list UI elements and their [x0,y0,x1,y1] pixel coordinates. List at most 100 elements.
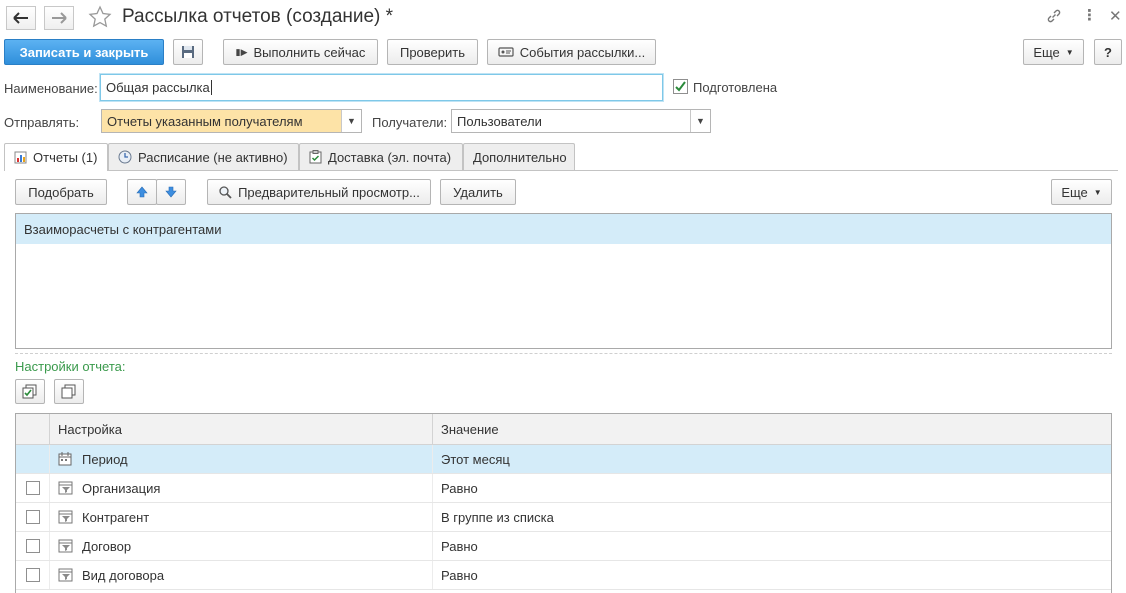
recipients-select[interactable]: Пользователи ▼ [451,109,711,133]
table-row[interactable]: Вид договора Равно [16,561,1111,590]
text-cursor [210,80,212,95]
table-row[interactable]: Период Этот месяц [16,445,1111,474]
tab-strip-line [4,170,1118,171]
tab-additional-label: Дополнительно [473,149,567,165]
magnifier-icon [219,186,232,199]
run-now-label: Выполнить сейчас [253,44,366,60]
tab-delivery[interactable]: Доставка (эл. почта) [299,143,463,170]
calendar-filter-icon [58,452,72,466]
checkmark-icon [675,81,686,92]
name-label: Наименование: [4,81,98,96]
clipboard-check-icon [309,150,322,164]
delete-button[interactable]: Удалить [440,179,516,205]
settings-table[interactable]: Настройка Значение Период Этот месяц Орг… [15,413,1112,593]
tab-reports[interactable]: Отчеты (1) [4,143,108,171]
events-button[interactable]: События рассылки... [487,39,656,65]
chevron-down-icon: ▼ [1093,187,1102,197]
tab-additional[interactable]: Дополнительно [463,143,575,170]
setting-name: Вид договора [82,567,165,583]
header-setting[interactable]: Настройка [50,414,433,444]
arrow-up-icon [136,186,148,198]
forward-button[interactable] [44,6,74,30]
table-row[interactable]: Организация Равно [16,474,1111,503]
list-item[interactable]: Взаиморасчеты с контрагентами [16,214,1111,244]
setting-name: Организация [82,480,161,496]
more-vertical-icon[interactable]: ⋮ [1082,6,1097,24]
tab-delivery-label: Доставка (эл. почта) [328,149,452,165]
send-label: Отправлять: [4,115,80,130]
report-name: Взаиморасчеты с контрагентами [24,221,222,237]
filter-icon [58,568,73,582]
table-row[interactable]: Договор Равно [16,532,1111,561]
filter-icon [58,510,73,524]
uncheck-all-icon [61,384,76,398]
send-dropdown-icon[interactable]: ▼ [341,110,361,132]
clock-icon [118,150,132,164]
row-checkbox[interactable] [25,510,40,524]
tab-schedule-label: Расписание (не активно) [138,149,288,165]
save-button[interactable] [173,39,203,65]
report-settings-label: Настройки отчета: [15,359,126,374]
setting-value[interactable]: В группе из списка [433,503,1111,531]
reports-more-button[interactable]: Еще ▼ [1051,179,1112,205]
reports-list[interactable]: Взаиморасчеты с контрагентами [15,213,1112,349]
settings-table-header: Настройка Значение [16,414,1111,445]
tab-reports-label: Отчеты (1) [33,150,98,165]
row-checkbox[interactable] [25,568,40,582]
row-checkbox[interactable] [25,539,40,553]
close-icon[interactable]: ✕ [1109,7,1122,25]
run-now-button[interactable]: ▮▶ Выполнить сейчас [223,39,378,65]
arrow-left-icon [13,12,28,24]
more-button[interactable]: Еще ▼ [1023,39,1084,65]
row-checkbox[interactable] [25,481,40,495]
name-value: Общая рассылка [106,80,210,95]
setting-name: Договор [82,538,132,554]
prepared-label: Подготовлена [693,80,778,95]
preview-label: Предварительный просмотр... [238,184,420,200]
reports-more-label: Еще [1061,184,1088,200]
link-icon[interactable] [1046,8,1062,28]
floppy-disk-icon [182,46,194,58]
setting-value[interactable]: Равно [433,532,1111,560]
back-button[interactable] [6,6,36,30]
prepared-checkbox[interactable] [673,79,688,94]
tab-schedule[interactable]: Расписание (не активно) [108,143,299,170]
filter-icon [58,539,73,553]
recipients-value: Пользователи [457,113,542,129]
check-button[interactable]: Проверить [387,39,478,65]
more-label: Еще [1033,44,1060,60]
arrow-right-icon [52,12,67,24]
favorite-star-icon[interactable] [88,5,112,32]
filter-icon [58,481,73,495]
move-down-button[interactable] [156,179,186,205]
setting-name: Период [82,451,128,467]
send-value: Отчеты указанным получателям [107,113,303,129]
move-up-button[interactable] [127,179,157,205]
arrow-down-icon [165,186,177,198]
uncheck-all-button[interactable] [54,379,84,404]
name-input[interactable]: Общая рассылка [100,74,663,101]
preview-button[interactable]: Предварительный просмотр... [207,179,431,205]
recipients-dropdown-icon[interactable]: ▼ [690,110,710,132]
save-and-close-button[interactable]: Записать и закрыть [4,39,164,65]
events-icon [498,47,514,57]
send-select[interactable]: Отчеты указанным получателям ▼ [101,109,362,133]
window-title: Рассылка отчетов (создание) * [122,6,394,27]
setting-value[interactable]: Этот месяц [433,445,1111,473]
splitter[interactable] [15,353,1112,354]
report-chart-icon [14,151,27,164]
pick-button[interactable]: Подобрать [15,179,107,205]
events-label: События рассылки... [519,44,646,60]
check-all-icon [22,384,37,398]
run-icon: ▮▶ [235,46,248,57]
setting-value[interactable]: Равно [433,474,1111,502]
recipients-label: Получатели: [372,115,448,130]
chevron-down-icon: ▼ [1065,47,1074,57]
check-all-button[interactable] [15,379,45,404]
header-value[interactable]: Значение [433,414,1111,444]
header-check-column [16,414,50,444]
setting-value[interactable]: Равно [433,561,1111,589]
setting-name: Контрагент [82,509,150,525]
help-button[interactable]: ? [1094,39,1122,65]
table-row[interactable]: Контрагент В группе из списка [16,503,1111,532]
